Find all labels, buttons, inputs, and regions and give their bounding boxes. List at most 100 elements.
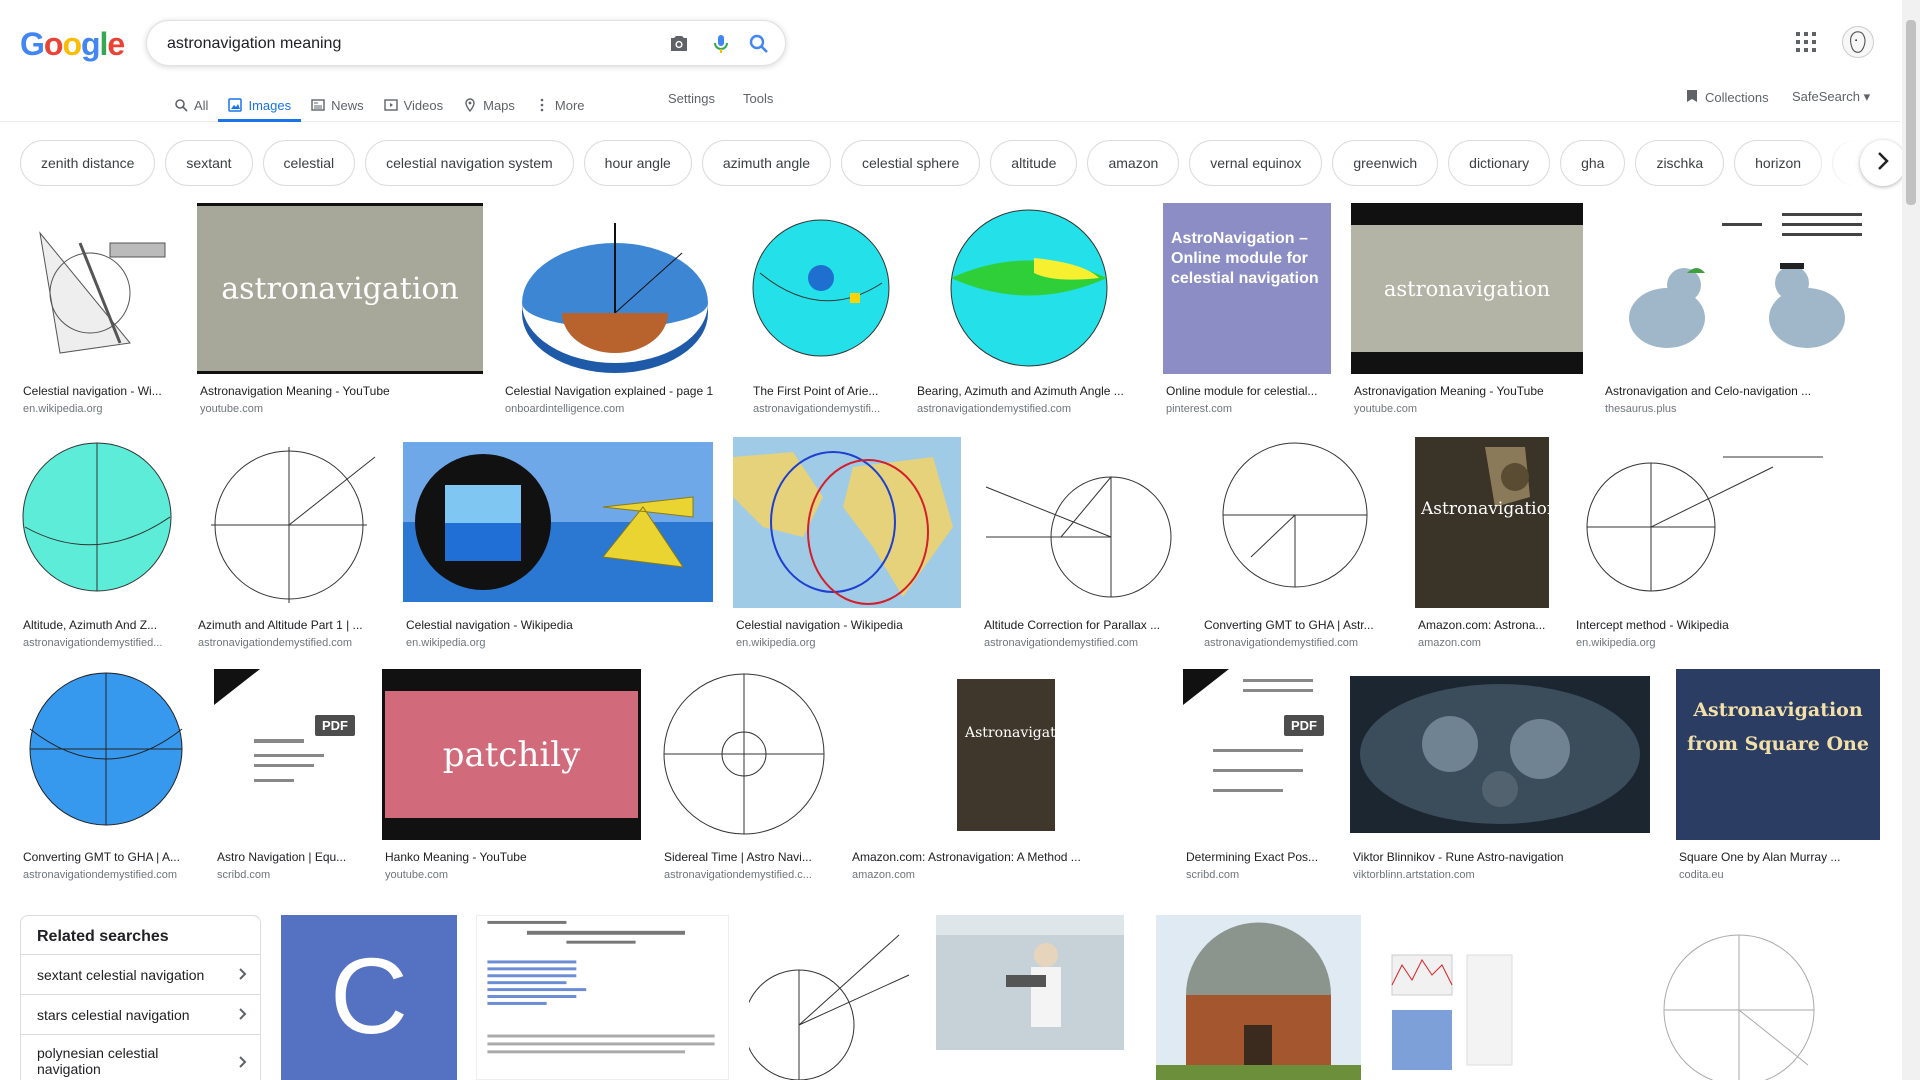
apps-grid-icon[interactable] (1795, 31, 1817, 53)
search-chip[interactable]: celestial sphere (841, 140, 981, 186)
image-result[interactable]: Converting GMT to GHA | Astr... astronav… (1201, 437, 1389, 649)
image-thumbnail (733, 437, 961, 608)
image-result[interactable]: AstroNavigation – Online module for cele… (1163, 203, 1331, 415)
image-thumbnail (403, 437, 713, 608)
image-thumbnail (1602, 203, 1880, 374)
image-result[interactable]: Converting GMT to GHA | A... astronaviga… (20, 669, 193, 881)
image-source: astronavigationdemystified.com (917, 403, 1072, 415)
image-source: astronavigationdemystifi... (753, 403, 881, 415)
image-result[interactable]: Bearing, Azimuth and Azimuth Angle ... a… (914, 203, 1144, 415)
image-result[interactable] (476, 915, 729, 1080)
more-icon (535, 98, 549, 112)
image-result[interactable] (1382, 915, 1522, 1080)
page-scrollbar[interactable] (1902, 0, 1920, 1080)
image-result[interactable]: Altitude Correction for Parallax ... ast… (981, 437, 1181, 649)
search-chip[interactable]: azimuth angle (701, 140, 832, 186)
search-chip[interactable]: sextant (165, 140, 253, 186)
image-result[interactable]: Celestial navigation - Wikipedia en.wiki… (403, 437, 713, 649)
chips-next-button[interactable] (1860, 140, 1906, 186)
image-caption: Celestial Navigation explained - page 1 (505, 384, 714, 398)
image-caption: Amazon.com: Astronavigation: A Method ..… (852, 850, 1081, 864)
safesearch-menu[interactable]: SafeSearch ▾ (1792, 89, 1870, 105)
related-search-item[interactable]: sextant celestial navigation (21, 954, 260, 994)
image-result[interactable]: Sidereal Time | Astro Navi... astronavig… (661, 669, 828, 881)
search-chip[interactable]: amazon (1087, 140, 1180, 186)
search-chip[interactable]: vernal equinox (1189, 140, 1323, 186)
image-source: astronavigationdemystified.com (1204, 637, 1359, 649)
related-search-label: sextant celestial navigation (37, 967, 205, 983)
image-result[interactable]: Azimuth and Altitude Part 1 | ... astron… (195, 437, 383, 649)
tab-more[interactable]: More (525, 88, 595, 122)
related-search-item[interactable]: polynesian celestial navigation (21, 1034, 260, 1080)
image-result[interactable]: Astronavigation and Celo-navigation ... … (1602, 203, 1880, 415)
image-thumbnail: astronavigation (1351, 203, 1583, 374)
image-result[interactable]: Intercept method - Wikipedia en.wikipedi… (1573, 437, 1880, 649)
image-result[interactable]: The First Point of Arie... astronavigati… (750, 203, 892, 415)
collections-link[interactable]: Collections (1686, 89, 1769, 106)
tab-news[interactable]: News (301, 88, 374, 122)
image-result[interactable]: PDF Determining Exact Pos... scribd.com (1183, 669, 1330, 881)
tab-all[interactable]: All (164, 88, 218, 122)
tab-maps[interactable]: Maps (453, 88, 525, 122)
search-icon[interactable] (747, 32, 771, 56)
image-result[interactable]: astronavigation Astronavigation Meaning … (1351, 203, 1583, 415)
image-result[interactable]: patchily Hanko Meaning - YouTube youtube… (382, 669, 641, 881)
image-thumbnail: Astronavigation from Square One (1676, 669, 1880, 840)
image-result[interactable]: Altitude, Azimuth And Z... astronavigati… (20, 437, 175, 649)
image-result[interactable]: PDF Astro Navigation | Equ... scribd.com (214, 669, 361, 881)
search-box[interactable] (146, 20, 786, 66)
search-chip[interactable]: zenith distance (20, 140, 156, 186)
scrollbar-thumb[interactable] (1906, 20, 1916, 205)
search-chip[interactable]: hour angle (583, 140, 692, 186)
image-result[interactable]: Celestial navigation - Wi... en.wikipedi… (20, 203, 178, 415)
search-chip[interactable]: gha (1560, 140, 1626, 186)
search-chip[interactable]: celestial navigation system (365, 140, 574, 186)
image-source: codita.eu (1679, 869, 1724, 881)
search-chip[interactable]: celestial (262, 140, 356, 186)
image-source: scribd.com (217, 869, 271, 881)
image-thumbnail (914, 203, 1144, 374)
account-avatar[interactable] (1842, 26, 1874, 58)
image-thumbnail (750, 203, 892, 374)
image-caption: Azimuth and Altitude Part 1 | ... (198, 618, 363, 632)
microphone-icon[interactable] (709, 32, 733, 56)
settings-link[interactable]: Settings (668, 88, 715, 110)
image-source: astronavigationdemystified.com (23, 869, 178, 881)
image-result[interactable]: Celestial navigation - Wikipedia en.wiki… (733, 437, 961, 649)
image-thumbnail (1382, 915, 1522, 1080)
image-result[interactable] (1156, 915, 1361, 1080)
image-result[interactable]: Celestial Navigation explained - page 1 … (502, 203, 728, 415)
image-caption: Astronavigation Meaning - YouTube (1354, 384, 1544, 398)
video-icon (383, 98, 398, 112)
thumbnail-letter: C (330, 935, 408, 1056)
image-result[interactable]: C (281, 915, 457, 1080)
image-thumbnail (195, 437, 383, 608)
related-search-item[interactable]: stars celestial navigation (21, 994, 260, 1034)
image-result[interactable] (749, 915, 916, 1080)
image-thumbnail (502, 203, 728, 374)
search-input[interactable] (167, 33, 647, 55)
image-thumbnail: AstroNavigation – Online module for cele… (1163, 203, 1331, 374)
tools-link[interactable]: Tools (743, 88, 773, 110)
camera-icon[interactable] (667, 32, 691, 56)
logo-letter: o (43, 26, 64, 62)
tab-videos[interactable]: Videos (374, 88, 454, 122)
search-chip[interactable]: dictionary (1448, 140, 1551, 186)
image-result[interactable]: astronavigation Astronavigation Meaning … (197, 203, 483, 415)
image-caption: Celestial navigation - Wikipedia (406, 618, 573, 632)
news-icon (311, 98, 325, 112)
google-logo[interactable]: Google (20, 26, 125, 63)
search-chip[interactable]: altitude (990, 140, 1078, 186)
image-result[interactable] (1598, 915, 1880, 1080)
image-result[interactable]: Astronavigation from Square One Square O… (1676, 669, 1880, 881)
related-search-label: stars celestial navigation (37, 1007, 190, 1023)
tab-images[interactable]: Images (218, 88, 301, 122)
search-chip[interactable]: zischka (1635, 140, 1725, 186)
image-result[interactable]: Astronavigation Amazon.com: Astrona... a… (1415, 437, 1549, 649)
chevron-right-icon (1877, 151, 1889, 176)
image-result[interactable]: Astronavigation Amazon.com: Astronavigat… (849, 669, 1162, 881)
image-result[interactable] (936, 915, 1124, 1080)
image-result[interactable]: Viktor Blinnikov - Rune Astro-navigation… (1350, 669, 1650, 881)
tab-label: Videos (403, 97, 444, 113)
search-chip[interactable]: greenwich (1332, 140, 1439, 186)
